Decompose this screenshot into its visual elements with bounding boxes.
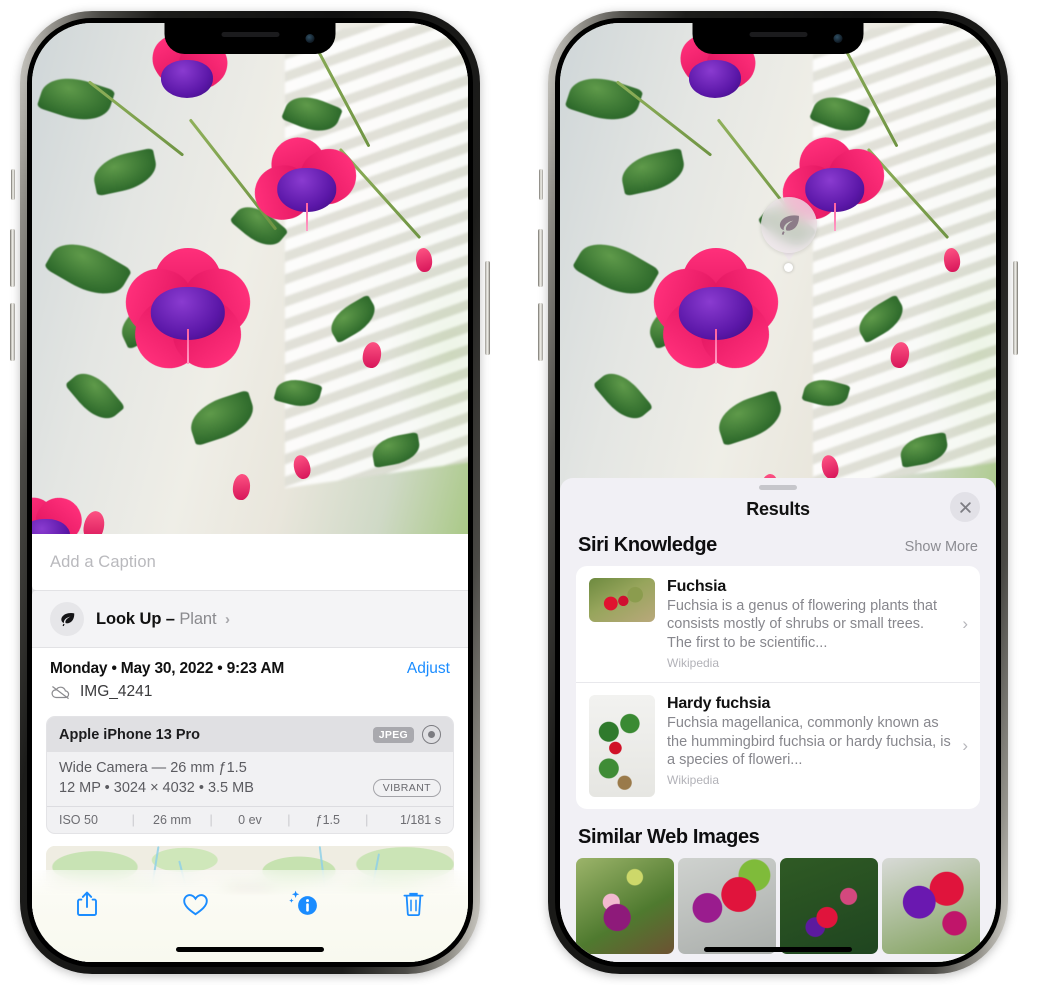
knowledge-card: Fuchsia Fuchsia is a genus of flowering … <box>576 566 980 810</box>
exif-row: ISO 50 | 26 mm | 0 ev | ƒ1.5 | 1/181 s <box>47 806 453 833</box>
earpiece-speaker <box>221 32 279 37</box>
screen-left: Add a Caption Look Up – Plant › Monday •… <box>32 23 468 962</box>
info-sparkle-icon[interactable] <box>282 884 328 924</box>
look-up-label: Look Up – Plant › <box>96 610 230 629</box>
leaf-chip <box>50 602 84 636</box>
web-image-1[interactable] <box>576 858 674 955</box>
result-source: Wikipedia <box>667 656 720 671</box>
icloud-slash-icon <box>51 685 70 699</box>
leaf-icon <box>779 215 799 235</box>
exif-shutter: 1/181 s <box>399 813 441 827</box>
result-description: Fuchsia is a genus of flowering plants t… <box>667 598 938 651</box>
phone-bezel-left: Add a Caption Look Up – Plant › Monday •… <box>27 18 473 967</box>
mute-switch[interactable] <box>11 169 15 200</box>
look-up-subject: Plant <box>179 609 217 628</box>
camera-info-card[interactable]: Apple iPhone 13 Pro JPEG Wide Camera — 2… <box>46 716 454 834</box>
web-image-2[interactable] <box>678 858 776 955</box>
lens-info: Wide Camera — 26 mm ƒ1.5 <box>59 760 247 776</box>
adjust-button[interactable]: Adjust <box>407 660 450 678</box>
list-item[interactable]: Fuchsia Fuchsia is a genus of flowering … <box>576 566 980 682</box>
results-sheet: Results Siri Knowledge Show More Fuchsia… <box>560 478 996 962</box>
exif-focal: 26 mm <box>153 813 192 827</box>
look-up-title: Look Up – <box>96 609 175 628</box>
result-title: Fuchsia <box>667 578 727 595</box>
volume-up-button[interactable] <box>10 229 15 287</box>
section-title-similar-web-images: Similar Web Images <box>578 826 760 849</box>
chevron-right-icon: › <box>224 610 230 628</box>
section-title-siri-knowledge: Siri Knowledge <box>578 534 717 556</box>
visual-lookup-badge-circle <box>760 196 817 253</box>
volume-down-button[interactable] <box>10 303 15 361</box>
look-up-row[interactable]: Look Up – Plant › <box>32 586 468 648</box>
phone-right: Results Siri Knowledge Show More Fuchsia… <box>538 11 1018 974</box>
phone-left: Add a Caption Look Up – Plant › Monday •… <box>10 11 490 974</box>
similar-web-images-grid <box>560 858 996 955</box>
result-source: Wikipedia <box>667 773 720 788</box>
earpiece-speaker-right <box>749 32 807 37</box>
siri-knowledge-header: Siri Knowledge Show More <box>560 534 996 566</box>
porch-ceiling <box>284 23 468 488</box>
result-thumbnail <box>589 695 655 798</box>
camera-device-name: Apple iPhone 13 Pro <box>59 726 200 743</box>
leaf-icon <box>60 612 74 626</box>
power-button-right[interactable] <box>1013 261 1018 355</box>
visual-lookup-badge[interactable] <box>760 196 817 272</box>
file-size-info: 12 MP • 3024 × 4032 • 3.5 MB <box>59 780 254 796</box>
close-button[interactable] <box>950 492 980 522</box>
web-image-4[interactable] <box>882 858 980 955</box>
result-thumbnail <box>589 578 655 622</box>
show-more-button[interactable]: Show More <box>905 539 978 555</box>
close-icon <box>959 501 971 513</box>
notch-right <box>692 23 864 54</box>
home-indicator-right[interactable] <box>704 947 852 952</box>
trash-icon[interactable] <box>391 884 437 924</box>
results-title: Results <box>746 499 810 519</box>
web-image-3[interactable] <box>780 858 878 955</box>
phone-bezel-right: Results Siri Knowledge Show More Fuchsia… <box>555 18 1001 967</box>
exif-ev: 0 ev <box>238 813 262 827</box>
screen-right: Results Siri Knowledge Show More Fuchsia… <box>560 23 996 962</box>
power-button[interactable] <box>485 261 490 355</box>
volume-up-button-right[interactable] <box>538 229 543 287</box>
results-header: Results <box>560 490 996 534</box>
photo-filename: IMG_4241 <box>80 683 153 700</box>
result-description: Fuchsia magellanica, commonly known as t… <box>667 715 951 769</box>
result-title: Hardy fuchsia <box>667 695 771 713</box>
mute-switch-right[interactable] <box>539 169 543 200</box>
photo-metadata: Monday • May 30, 2022 • 9:23 AM Adjust I… <box>32 648 468 711</box>
aperture-icon <box>422 725 441 744</box>
notch <box>164 23 336 54</box>
format-badge: JPEG <box>372 726 414 743</box>
caption-input[interactable]: Add a Caption <box>32 534 468 590</box>
volume-down-button-right[interactable] <box>538 303 543 361</box>
badge-dot <box>784 262 794 272</box>
sparkles-icon <box>32 586 37 595</box>
photo-style-badge: VIBRANT <box>372 779 441 797</box>
exif-iso: ISO 50 <box>59 813 98 827</box>
home-indicator-left[interactable] <box>176 947 324 952</box>
chevron-right-icon: › <box>962 736 968 756</box>
list-item[interactable]: Hardy fuchsia Fuchsia magellanica, commo… <box>576 682 980 809</box>
screenshot-stage: Add a Caption Look Up – Plant › Monday •… <box>0 0 1055 985</box>
porch-ceiling-right <box>812 23 996 488</box>
heart-icon[interactable] <box>173 884 219 924</box>
front-camera <box>305 34 315 43</box>
exif-aperture: ƒ1.5 <box>315 813 340 827</box>
chevron-right-icon: › <box>962 614 968 634</box>
front-camera-right <box>833 34 843 43</box>
share-icon[interactable] <box>64 884 110 924</box>
photo-date: Monday • May 30, 2022 • 9:23 AM <box>50 660 285 677</box>
